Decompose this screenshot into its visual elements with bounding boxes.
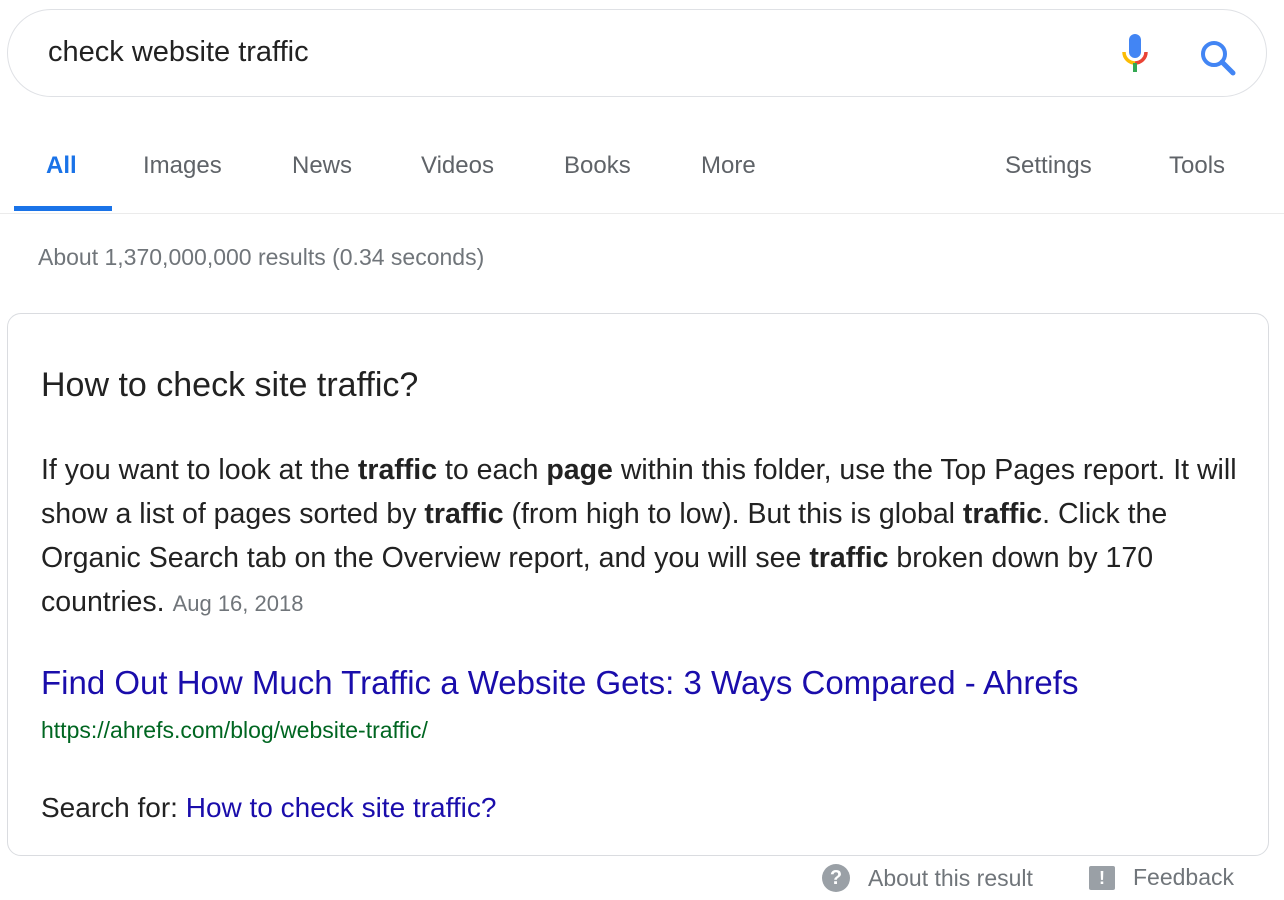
snippet-question: How to check site traffic?	[41, 366, 419, 404]
search-for-link[interactable]: How to check site traffic?	[186, 792, 497, 823]
feedback-icon: !	[1089, 865, 1115, 890]
tab-more[interactable]: More	[701, 152, 756, 180]
search-tabs: All Images News Videos Books More Settin…	[0, 140, 1284, 214]
search-icon[interactable]	[1198, 38, 1238, 78]
tab-images[interactable]: Images	[143, 152, 222, 180]
snippet-bold-term: traffic	[357, 454, 438, 486]
result-link[interactable]: Find Out How Much Traffic a Website Gets…	[41, 664, 1078, 702]
about-label: About this result	[868, 864, 1033, 891]
search-for: Search for: How to check site traffic?	[41, 792, 496, 824]
snippet-bold-term: traffic	[809, 542, 889, 574]
tab-news[interactable]: News	[292, 152, 352, 180]
tab-all[interactable]: All	[46, 152, 77, 180]
feedback-label: Feedback	[1133, 864, 1235, 890]
search-box[interactable]: check website traffic	[7, 9, 1267, 97]
snippet-segment: (from high to low). But this is global	[503, 498, 963, 530]
tab-settings[interactable]: Settings	[1005, 152, 1092, 180]
snippet-bold-term: traffic	[424, 498, 504, 530]
snippet-date: Aug 16, 2018	[172, 591, 304, 616]
help-icon: ?	[822, 864, 850, 892]
search-for-label: Search for:	[41, 792, 186, 823]
tab-videos[interactable]: Videos	[421, 152, 494, 180]
featured-snippet: How to check site traffic? If you want t…	[7, 313, 1269, 856]
snippet-text: If you want to look at the traffic to ea…	[41, 448, 1251, 626]
result-stats: About 1,370,000,000 results (0.34 second…	[38, 244, 485, 270]
tab-tools[interactable]: Tools	[1169, 152, 1225, 180]
microphone-icon[interactable]	[1120, 32, 1150, 78]
snippet-segment: to each	[437, 454, 547, 486]
about-this-result[interactable]: ? About this result	[822, 864, 1033, 892]
snippet-segment: If you want to look at the	[41, 454, 358, 486]
active-tab-indicator	[14, 206, 112, 211]
snippet-bold-term: traffic	[962, 498, 1043, 530]
result-url: https://ahrefs.com/blog/website-traffic/	[41, 717, 428, 743]
feedback-button[interactable]: ! Feedback	[1089, 864, 1234, 891]
search-input[interactable]: check website traffic	[48, 36, 309, 69]
tab-books[interactable]: Books	[564, 152, 631, 180]
snippet-bold-term: page	[546, 454, 613, 486]
